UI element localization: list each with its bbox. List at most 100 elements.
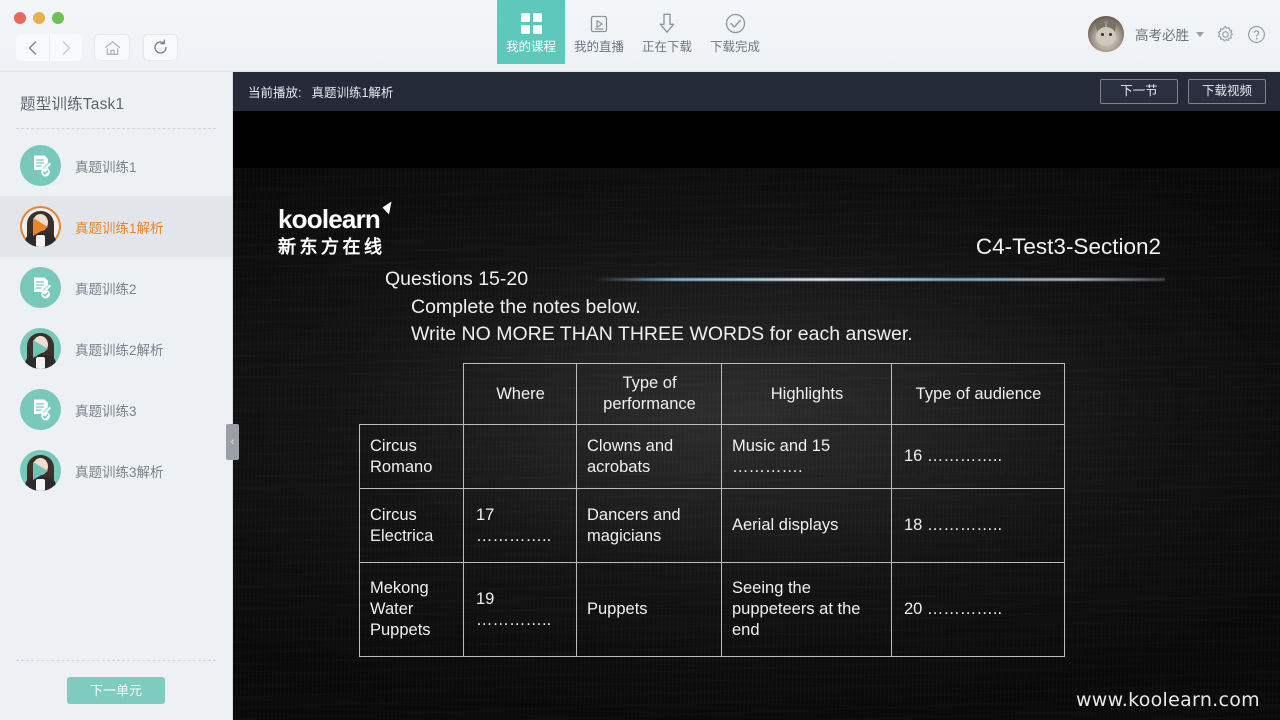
cell-performance: Clowns and acrobats — [576, 424, 722, 490]
cell-line: Mekong — [370, 579, 429, 598]
close-window-button[interactable] — [14, 12, 26, 24]
teacher-play-icon — [20, 206, 61, 247]
home-button[interactable] — [94, 34, 130, 61]
table-header-line: Type of — [622, 374, 677, 392]
cell-line: Music and 15 — [732, 436, 831, 455]
koolearn-wordmark: koolearn — [278, 201, 392, 232]
chevron-left-icon: ‹ — [230, 436, 235, 448]
cell-audience: 16 ………….. — [891, 424, 1065, 490]
sidebar-item-label: 真题训练1 — [75, 159, 137, 175]
home-icon — [104, 40, 120, 55]
sidebar-item-training-1[interactable]: 真题训练1 — [0, 135, 232, 196]
cell-performance: Puppets — [576, 562, 722, 658]
cell-line: Circus — [370, 436, 417, 455]
minimize-window-button[interactable] — [33, 12, 45, 24]
username-label[interactable]: 高考必胜 — [1135, 24, 1189, 44]
main-tabs: 我的课程 我的直播 正在下载 下载完成 — [497, 0, 769, 64]
sidebar-item-label: 真题训练1解析 — [75, 220, 164, 236]
cell-line: Dancers and — [587, 505, 681, 524]
tab-my-live[interactable]: 我的直播 — [565, 0, 633, 64]
gear-icon[interactable] — [1215, 24, 1235, 44]
cell-line: …………. — [732, 457, 803, 476]
avatar[interactable] — [1088, 16, 1124, 52]
tab-my-live-label: 我的直播 — [573, 39, 624, 54]
table-header-row: Where Type of performance Highlights Typ… — [359, 362, 1065, 426]
tab-downloading-label: 正在下载 — [641, 39, 692, 54]
cell-name: Circus Electrica — [359, 488, 464, 564]
sidebar-item-training-1-analysis[interactable]: 真题训练1解析 — [0, 196, 232, 257]
tab-downloading[interactable]: 正在下载 — [633, 0, 701, 64]
back-arrow-icon — [28, 40, 37, 55]
cell-performance: Dancers and magicians — [576, 488, 722, 564]
navigation-buttons — [16, 34, 178, 61]
table-header-blank — [359, 363, 464, 426]
test-code-label: C4-Test3-Section2 — [975, 234, 1161, 259]
sidebar-item-training-3[interactable]: 真题训练3 — [0, 379, 232, 440]
table-header-where: Where — [463, 362, 577, 426]
reload-button[interactable] — [142, 34, 178, 61]
cell-where: 17 ………….. — [463, 488, 577, 564]
cell-where — [463, 424, 577, 490]
sidebar-footer: 下一单元 — [0, 660, 232, 720]
cell-line: Seeing the — [732, 579, 811, 598]
sidebar-item-label: 真题训练3解析 — [75, 464, 164, 480]
cell-line: Clowns and — [587, 436, 674, 455]
koolearn-logo: koolearn 新东方在线 — [278, 201, 392, 257]
back-button[interactable] — [16, 34, 49, 61]
cell-line: magicians — [587, 526, 662, 545]
forward-button[interactable] — [49, 34, 82, 61]
note-check-icon — [20, 389, 61, 430]
cell-highlights: Seeing the puppeteers at the end — [721, 562, 892, 658]
table-header-highlights: Highlights — [721, 362, 892, 426]
check-circle-icon — [724, 11, 747, 37]
lesson-list: 真题训练1 真题训练1解析 真题训练2 真题训练2解析 真题训练3 真题训练3解… — [0, 129, 232, 660]
notes-table: Where Type of performance Highlights Typ… — [359, 362, 1065, 658]
table-header-type-of-performance: Type of performance — [576, 362, 722, 426]
download-arrow-icon — [657, 11, 677, 37]
sidebar-item-label: 真题训练2解析 — [75, 342, 164, 358]
cell-highlights: Aerial displays — [721, 488, 892, 564]
table-row: Circus Electrica 17 ………….. Dancers and m… — [359, 488, 1065, 564]
next-unit-button[interactable]: 下一单元 — [67, 677, 165, 704]
sidebar: 题型训练Task1 真题训练1 真题训练1解析 真题训练2 真题训练2解析 真题… — [0, 72, 239, 720]
cell-where: 19 ………….. — [463, 562, 577, 658]
window-chrome: 我的课程 我的直播 正在下载 下载完成 高考必胜 — [0, 0, 1280, 72]
next-section-button[interactable]: 下一节 — [1100, 79, 1178, 104]
sidebar-item-training-3-analysis[interactable]: 真题训练3解析 — [0, 440, 232, 501]
tab-my-courses-label: 我的课程 — [505, 39, 556, 54]
cell-line: Romano — [370, 457, 433, 476]
tab-download-complete[interactable]: 下载完成 — [701, 0, 769, 64]
cell-line: Circus — [370, 505, 417, 524]
live-play-icon — [588, 11, 610, 37]
help-circle-icon[interactable] — [1246, 24, 1266, 44]
tab-my-courses[interactable]: 我的课程 — [497, 0, 565, 64]
video-stage[interactable]: koolearn 新东方在线 C4-Test3-Section2 Questio… — [233, 111, 1280, 720]
chevron-down-icon[interactable] — [1196, 31, 1204, 37]
traffic-lights — [14, 12, 64, 24]
maximize-window-button[interactable] — [52, 12, 64, 24]
cell-line: acrobats — [587, 457, 651, 476]
sidebar-item-label: 真题训练3 — [75, 403, 137, 419]
cell-line: Electrica — [370, 526, 434, 545]
grid-squares-icon — [520, 11, 542, 37]
now-playing-title: 真题训练1解析 — [311, 86, 394, 100]
cell-line: Puppets — [370, 621, 431, 640]
download-video-button[interactable]: 下载视频 — [1188, 79, 1266, 104]
back-forward-group — [16, 34, 82, 61]
sidebar-title: 题型训练Task1 — [20, 96, 125, 113]
instruction-line-2: Write NO MORE THAN THREE WORDS for each … — [411, 323, 913, 346]
sidebar-item-training-2[interactable]: 真题训练2 — [0, 257, 232, 318]
cell-line: end — [732, 621, 760, 640]
sidebar-collapse-handle[interactable]: ‹ — [226, 424, 239, 460]
question-instructions: Questions 15-20 Complete the notes below… — [385, 266, 913, 349]
table-row: Circus Romano Clowns and acrobats Music … — [359, 424, 1065, 490]
sidebar-footer-divider — [16, 660, 216, 661]
logo-tick-icon — [382, 201, 392, 215]
player-actions: 下一节 下载视频 — [1100, 79, 1266, 104]
sidebar-item-training-2-analysis[interactable]: 真题训练2解析 — [0, 318, 232, 379]
video-player: 当前播放: 真题训练1解析 下一节 下载视频 koolearn 新东方在线 C4… — [233, 72, 1280, 720]
player-toolbar: 当前播放: 真题训练1解析 下一节 下载视频 — [233, 72, 1280, 111]
table-row: Mekong Water Puppets 19 ………….. Puppets S… — [359, 562, 1065, 658]
main-body: 题型训练Task1 真题训练1 真题训练1解析 真题训练2 真题训练2解析 真题… — [0, 72, 1280, 720]
app-window: 我的课程 我的直播 正在下载 下载完成 高考必胜 题型训练Task1 真题训练1… — [0, 0, 1280, 720]
